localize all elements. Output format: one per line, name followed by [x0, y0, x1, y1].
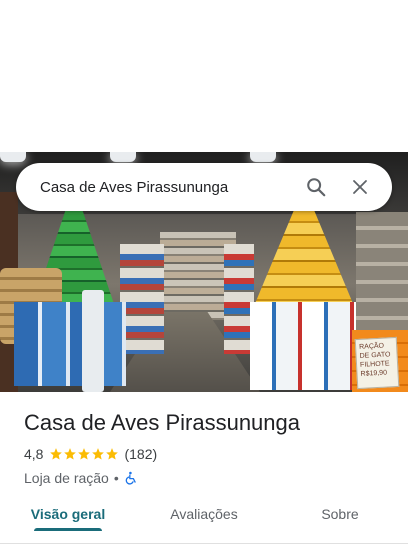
photo-white-bags: [250, 302, 356, 390]
star-icon: [64, 448, 77, 460]
tab-label: Visão geral: [30, 506, 106, 522]
separator-dot: •: [113, 470, 119, 486]
star-icon: [92, 448, 105, 460]
ceiling-light: [110, 152, 136, 162]
search-input[interactable]: Casa de Aves Pirassununga: [40, 179, 290, 196]
tab-overview[interactable]: Visão geral: [0, 496, 136, 543]
search-bar[interactable]: Casa de Aves Pirassununga: [16, 163, 392, 211]
rating-row[interactable]: 4,8 (182): [24, 444, 394, 464]
rating-value: 4,8: [24, 446, 44, 462]
tab-about[interactable]: Sobre: [272, 496, 408, 543]
ceiling-light: [250, 152, 276, 162]
place-category: Loja de ração: [24, 470, 109, 486]
search-icon: [307, 178, 326, 197]
tab-label: Sobre: [321, 506, 359, 522]
photo-sanitizer-stand: [82, 290, 104, 392]
star-icon: [78, 448, 91, 460]
star-icon: [106, 448, 119, 460]
rating-stars: [49, 447, 119, 461]
place-tabs: Visão geral Avaliações Sobre: [0, 496, 408, 544]
review-count: (182): [124, 446, 158, 462]
place-title: Casa de Aves Pirassununga: [24, 410, 300, 435]
close-icon: [353, 180, 367, 194]
place-info: Casa de Aves Pirassununga 4,8 (182) Loja…: [24, 408, 394, 488]
tab-label: Avaliações: [170, 506, 238, 522]
photo-yellow-product-display: [254, 210, 354, 306]
ceiling-light: [0, 152, 26, 162]
photo-price-sign: RAÇÃO DE GATO FILHOTE R$19,90: [354, 336, 400, 390]
blank-map-area: [0, 0, 408, 152]
search-button[interactable]: [298, 169, 334, 205]
photo-blue-bags: [14, 302, 126, 386]
tab-reviews[interactable]: Avaliações: [136, 496, 272, 543]
active-tab-indicator: [34, 528, 102, 531]
star-icon: [50, 448, 63, 460]
photo-shelf: [120, 244, 164, 354]
wheelchair-icon: [125, 471, 136, 485]
clear-search-button[interactable]: [342, 169, 378, 205]
category-row: Loja de ração •: [24, 468, 394, 488]
